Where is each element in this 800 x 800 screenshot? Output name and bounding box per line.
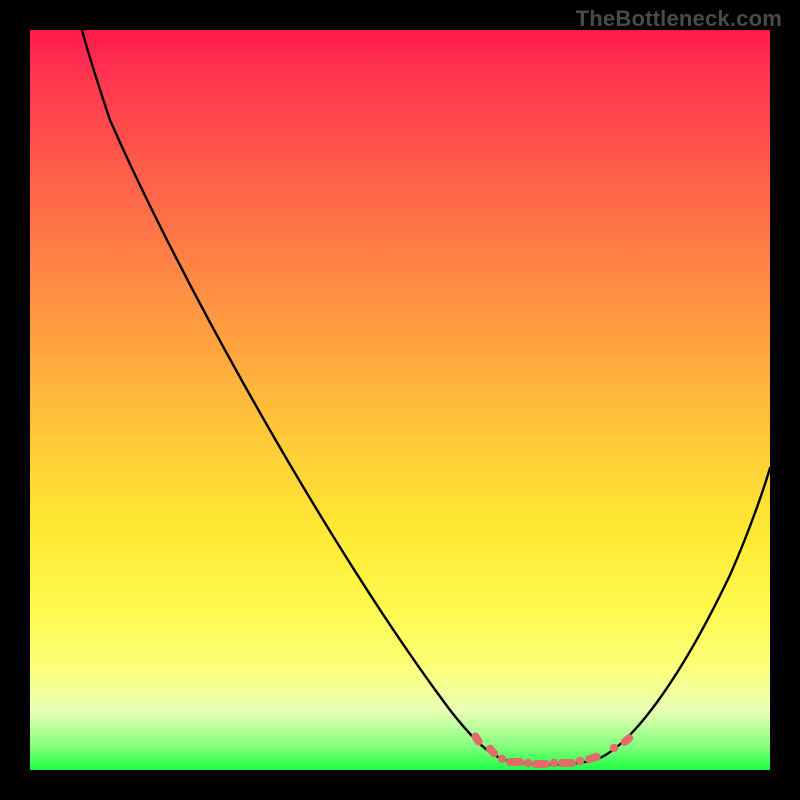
curve-left-limb	[82, 30, 505, 760]
watermark-text: TheBottleneck.com	[576, 6, 782, 32]
plot-area	[30, 30, 770, 770]
bottleneck-curve	[30, 30, 770, 770]
chart-frame: TheBottleneck.com	[0, 0, 800, 800]
highlight-markers	[470, 731, 635, 768]
curve-right-limb	[595, 468, 770, 760]
